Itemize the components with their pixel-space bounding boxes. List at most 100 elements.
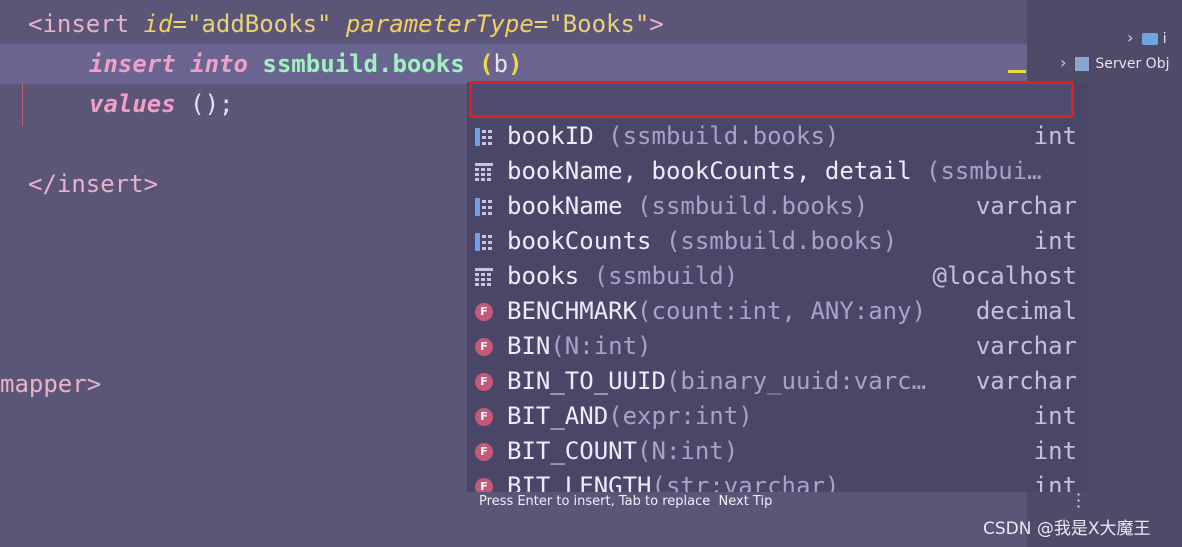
completion-item-label: bookName (ssmbuild.books)	[507, 189, 868, 224]
completion-item-label: bookCounts (ssmbuild.books)	[507, 224, 897, 259]
tag-bracket: >	[649, 10, 664, 38]
completion-item-type: varchar	[975, 192, 1077, 220]
completion-item-detail: (ssmbuild.books)	[622, 192, 869, 220]
completion-item-detail: (binary_uuid:varc…	[665, 367, 927, 395]
completion-item-detail: (ssmbuild)	[579, 262, 739, 290]
completion-item[interactable]: F BIT_COUNT(N:int) int	[467, 434, 1087, 469]
table-icon	[475, 163, 493, 181]
attr-eq: =	[172, 10, 187, 38]
completion-item-type: int	[1033, 437, 1077, 465]
completion-item[interactable]: bookID (ssmbuild.books) int	[467, 119, 1087, 154]
completion-item[interactable]: F BIN_TO_UUID(binary_uuid:varc… varchar	[467, 364, 1087, 399]
completion-item-type: int	[1033, 402, 1077, 430]
completion-item-type: decimal	[975, 297, 1077, 325]
completion-item[interactable]: F BIN(N:int) varchar	[467, 329, 1087, 364]
completion-item-label: BIN(N:int)	[507, 329, 652, 364]
more-options-icon[interactable]: · · ·	[1076, 487, 1081, 515]
completion-item-name: BENCHMARK	[507, 297, 638, 325]
completion-item[interactable]: bookName, bookCounts, detail (ssmbui…	[467, 154, 1087, 189]
function-icon: F	[475, 408, 493, 426]
completion-item-detail: (count:int, ANY:any)	[637, 297, 927, 325]
keyword-values: values	[89, 90, 176, 118]
server-objects-icon	[1075, 57, 1090, 71]
completion-item-name: bookID	[507, 122, 594, 150]
chevron-right-icon[interactable]: ›	[1060, 53, 1066, 72]
completion-item-name: bookName, bookCounts, detail	[507, 157, 912, 185]
completion-item-detail: (expr:int)	[608, 402, 753, 430]
function-icon: F	[475, 443, 493, 461]
completion-item-type: int	[1033, 472, 1077, 492]
code-line-mapper-close[interactable]: mapper>	[0, 364, 101, 404]
attr-eq: =	[533, 10, 549, 38]
completion-item-detail: (N:int)	[550, 332, 652, 360]
completion-item-label: books (ssmbuild)	[507, 259, 738, 294]
completion-item-label: BIT_COUNT(N:int)	[507, 434, 738, 469]
keyword-insert: insert	[89, 50, 176, 78]
completion-item-name: BIT_LENGTH	[507, 472, 652, 492]
attr-parameter-type-value: "Books"	[548, 10, 650, 38]
tag-name: insert	[56, 170, 144, 198]
paren-close: )	[508, 50, 523, 78]
tag-bracket: <	[28, 10, 43, 38]
completion-item-type: int	[1033, 122, 1077, 150]
completion-item-type: int	[1033, 227, 1077, 255]
table-icon	[475, 268, 493, 286]
code-line-insert-close[interactable]: </insert>	[28, 164, 158, 204]
watermark: CSDN @我是X大魔王	[983, 519, 1151, 539]
completion-item[interactable]: F BIT_AND(expr:int) int	[467, 399, 1087, 434]
chevron-right-icon[interactable]: ›	[1127, 28, 1133, 47]
selected-item-highlight	[469, 81, 1074, 118]
completion-item-detail: (ssmbuild.books)	[593, 122, 840, 150]
completion-item[interactable]: books (ssmbuild) @localhost	[467, 259, 1087, 294]
column-icon	[475, 233, 493, 251]
completion-item[interactable]: F BIT_LENGTH(str:varchar) int	[467, 469, 1087, 492]
tree-row-folder[interactable]: › i	[1127, 26, 1167, 50]
completion-item-label: BIN_TO_UUID(binary_uuid:varc…	[507, 364, 926, 399]
completion-item-label: BIT_LENGTH(str:varchar)	[507, 469, 839, 492]
completion-item[interactable]: bookName (ssmbuild.books) varchar	[467, 189, 1087, 224]
mapper-close-tag: mapper>	[0, 370, 102, 398]
completion-item-name: books	[507, 262, 580, 290]
tag-bracket: >	[143, 170, 159, 198]
completion-item-label: BIT_AND(expr:int)	[507, 399, 753, 434]
completion-item-type: varchar	[975, 332, 1077, 360]
completion-item-detail: (str:varchar)	[651, 472, 840, 492]
attr-id: id	[143, 10, 173, 38]
completion-item-name: BIT_COUNT	[507, 437, 638, 465]
function-icon: F	[475, 338, 493, 356]
completion-item[interactable]: bookCounts (ssmbuild.books) int	[467, 224, 1087, 259]
completion-item-name: BIT_AND	[507, 402, 609, 430]
completion-item[interactable]: F BENCHMARK(count:int, ANY:any) decimal	[467, 294, 1087, 329]
fold-guide-line	[22, 84, 23, 126]
column-icon	[475, 198, 493, 216]
tree-row-server-objects[interactable]: › Server Obj	[1060, 51, 1169, 75]
table-identifier: ssmbuild.books	[262, 50, 465, 78]
completion-item-label: bookID (ssmbuild.books)	[507, 119, 839, 154]
completion-item-type: varchar	[975, 367, 1077, 395]
typed-text: b	[493, 50, 509, 78]
completion-footer-hint: Press Enter to insert, Tab to replace Ne…	[479, 494, 773, 509]
attr-parameter-type: parameterType	[345, 10, 534, 38]
attr-id-value: "addBooks"	[186, 10, 332, 38]
function-icon: F	[475, 478, 493, 492]
tree-row-label: i	[1162, 31, 1167, 47]
values-parens: ();	[175, 90, 234, 118]
completion-item-name: bookCounts	[507, 227, 652, 255]
code-line-insert-open[interactable]: <insert id="addBooks" parameterType="Boo…	[28, 4, 664, 44]
paren-open: (	[479, 50, 494, 78]
code-line-values[interactable]: values ();	[89, 84, 234, 124]
completion-item-detail: (N:int)	[637, 437, 739, 465]
tree-row-label: Server Obj	[1095, 56, 1170, 72]
completion-popup[interactable]: bookID, bookName, bookCounts, detail…boo…	[467, 82, 1087, 492]
completion-item-label: BENCHMARK(count:int, ANY:any)	[507, 294, 926, 329]
function-icon: F	[475, 303, 493, 321]
code-line-insert-into[interactable]: insert into ssmbuild.books (b)	[89, 44, 523, 84]
completion-item-name: bookName	[507, 192, 623, 220]
folder-icon	[1142, 33, 1159, 45]
completion-item-label: bookName, bookCounts, detail (ssmbui…	[507, 154, 1042, 189]
completion-item-detail: (ssmbuild.books)	[651, 227, 898, 255]
tag-name: insert	[42, 10, 130, 38]
completion-item-type: @localhost	[932, 262, 1078, 290]
column-icon	[475, 128, 493, 146]
inspection-marker	[1008, 70, 1026, 73]
